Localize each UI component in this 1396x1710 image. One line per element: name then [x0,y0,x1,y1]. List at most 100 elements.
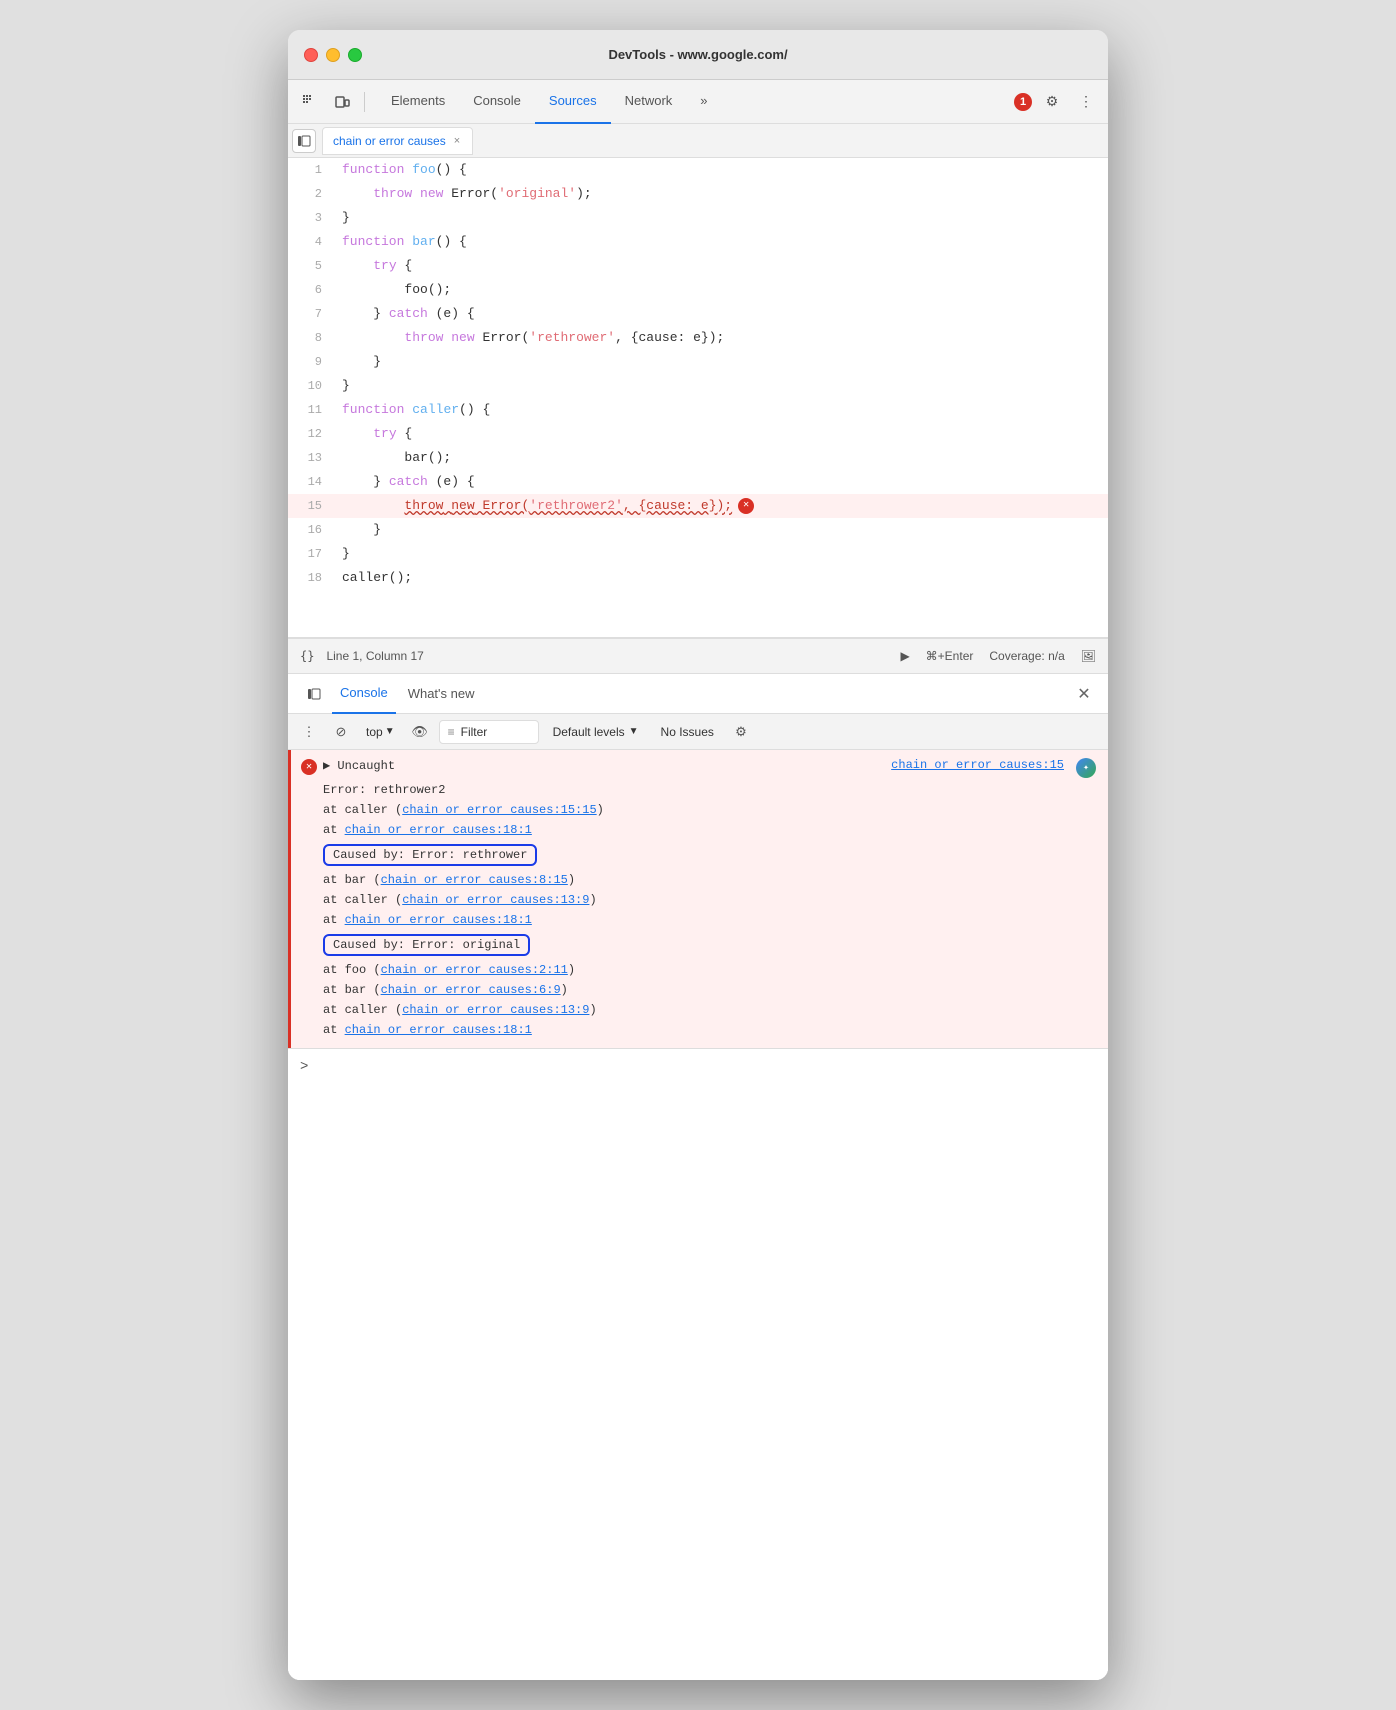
filter-icon: ≡ [448,725,455,739]
link-cb2-caller-13-9[interactable]: chain or error causes:13:9 [402,1003,589,1017]
maximize-button[interactable] [348,48,362,62]
window-title: DevTools - www.google.com/ [608,47,787,62]
console-options-btn[interactable]: ⋮ [296,719,322,745]
console-close-btn[interactable]: ✕ [1072,682,1096,706]
status-bar: {} Line 1, Column 17 ▶ ⌘+Enter Coverage:… [288,638,1108,674]
console-input-field[interactable] [316,1060,1096,1074]
minimize-button[interactable] [326,48,340,62]
link-foo-2-11[interactable]: chain or error causes:2:11 [381,963,568,977]
top-label: top [366,725,383,739]
file-tabbar: chain or error causes × [288,124,1108,158]
code-line-17: 17 } [288,542,1108,566]
status-bar-right: ▶ ⌘+Enter Coverage: n/a 🖼 [900,649,1096,663]
code-line-10: 10 } [288,374,1108,398]
braces-icon[interactable]: {} [300,649,314,663]
code-editor[interactable]: 1 function foo() { 2 throw new Error('or… [288,158,1108,638]
cb1-stack-line-bar-8: at bar (chain or error causes:8:15) [301,870,1096,890]
tab-network[interactable]: Network [611,80,687,124]
code-line-2: 2 throw new Error('original'); [288,182,1108,206]
cursor-position: Line 1, Column 17 [326,649,423,663]
cb1-stack-line-18: at chain or error causes:18:1 [301,910,1096,930]
error-badge: 1 [1014,93,1032,111]
titlebar: DevTools - www.google.com/ [288,30,1108,80]
more-options-btn[interactable]: ⋮ [1072,88,1100,116]
line-error-icon: ✕ [738,498,754,514]
stack-line-caller-15: at caller (chain or error causes:15:15) [301,800,1096,820]
link-bar-8-15[interactable]: chain or error causes:8:15 [381,873,568,887]
ai-assist-icon[interactable]: ✦ [1076,758,1096,778]
console-error-block: ✕ ▶ Uncaught chain or error causes:15 ✦ … [288,750,1108,1048]
tab-whats-new[interactable]: What's new [400,674,483,714]
cb2-stack-line-foo-2: at foo (chain or error causes:2:11) [301,960,1096,980]
default-levels-arrow: ▼ [629,726,639,737]
code-line-16: 16 } [288,518,1108,542]
console-sidebar-toggle-btn[interactable] [300,680,328,708]
console-toolbar: ⋮ ⊘ top ▼ 👁 ≡ Filter Default levels ▼ No… [288,714,1108,750]
code-line-14: 14 } catch (e) { [288,470,1108,494]
code-line-3: 3 } [288,206,1108,230]
error-uncaught-label: ▶ Uncaught [323,759,395,773]
close-button[interactable] [304,48,318,62]
toolbar-divider-1 [364,92,365,112]
console-header-right: ✕ [1072,682,1096,706]
screenshot-icon[interactable]: 🖼 [1081,649,1096,663]
console-error-header-row: ✕ ▶ Uncaught chain or error causes:15 ✦ [301,758,1096,778]
code-line-9: 9 } [288,350,1108,374]
cb1-stack-line-caller-13: at caller (chain or error causes:13:9) [301,890,1096,910]
link-caller-13-9[interactable]: chain or error causes:13:9 [402,893,589,907]
devtools-window: DevTools - www.google.com/ [288,30,1108,1680]
run-shortcut: ⌘+Enter [926,649,974,663]
cb2-stack-line-18: at chain or error causes:18:1 [301,1020,1096,1040]
error-main-label: Error: rethrower2 [301,780,1096,800]
tab-console[interactable]: Console [459,80,535,124]
link-bar-6-9[interactable]: chain or error causes:6:9 [381,983,561,997]
code-line-13: 13 bar(); [288,446,1108,470]
code-line-11: 11 function caller() { [288,398,1108,422]
cb2-stack-line-caller-13: at caller (chain or error causes:13:9) [301,1000,1096,1020]
filter-input-wrapper[interactable]: ≡ Filter [439,720,539,744]
console-error-icon: ✕ [301,759,317,775]
code-line-18: 18 caller(); [288,566,1108,590]
top-context-selector[interactable]: top ▼ [360,723,401,741]
console-panel: Console What's new ✕ ⋮ ⊘ top ▼ 👁 ≡ Filte… [288,674,1108,1680]
top-dropdown-icon: ▼ [385,726,395,737]
device-toggle-btn[interactable] [328,88,356,116]
sidebar-toggle-btn[interactable] [292,129,316,153]
clear-console-btn[interactable]: ⊘ [328,719,354,745]
error-source-link-header[interactable]: chain or error causes:15 [891,758,1064,772]
cursor-icon-btn[interactable] [296,88,324,116]
file-tab-close-btn[interactable]: × [452,135,462,147]
link-cb2-18-1[interactable]: chain or error causes:18:1 [345,1023,532,1037]
coverage-label: Coverage: n/a [989,649,1064,663]
traffic-lights [304,48,362,62]
filter-label: Filter [461,725,488,739]
tab-elements[interactable]: Elements [377,80,459,124]
link-18-1[interactable]: chain or error causes:18:1 [345,823,532,837]
code-line-12: 12 try { [288,422,1108,446]
error-count-wrapper[interactable]: 1 [1014,93,1032,111]
run-icon[interactable]: ▶ [900,649,909,663]
console-prompt-symbol: > [300,1059,308,1075]
tab-console-active[interactable]: Console [332,674,396,714]
code-line-6: 6 foo(); [288,278,1108,302]
settings-btn[interactable]: ⚙ [1038,88,1066,116]
link-caller-15-15[interactable]: chain or error causes:15:15 [402,803,596,817]
code-line-4: 4 function bar() { [288,230,1108,254]
console-input-row: > [288,1048,1108,1084]
code-lines: 1 function foo() { 2 throw new Error('or… [288,158,1108,590]
console-settings-btn[interactable]: ⚙ [728,719,754,745]
eye-filter-btn[interactable]: 👁 [407,719,433,745]
file-tab-label: chain or error causes [333,134,446,148]
tab-sources[interactable]: Sources [535,80,611,124]
link-cb1-18-1[interactable]: chain or error causes:18:1 [345,913,532,927]
code-line-5: 5 try { [288,254,1108,278]
file-tab-chain-error[interactable]: chain or error causes × [322,127,473,155]
caused-by-box-1: Caused by: Error: rethrower [323,844,537,866]
stack-line-18-1: at chain or error causes:18:1 [301,820,1096,840]
default-levels-btn[interactable]: Default levels ▼ [545,723,647,741]
default-levels-label: Default levels [553,725,625,739]
tab-more[interactable]: » [686,80,721,124]
no-issues-btn[interactable]: No Issues [653,723,722,741]
code-line-8: 8 throw new Error('rethrower', {cause: e… [288,326,1108,350]
tab-nav: Elements Console Sources Network » [377,80,722,124]
